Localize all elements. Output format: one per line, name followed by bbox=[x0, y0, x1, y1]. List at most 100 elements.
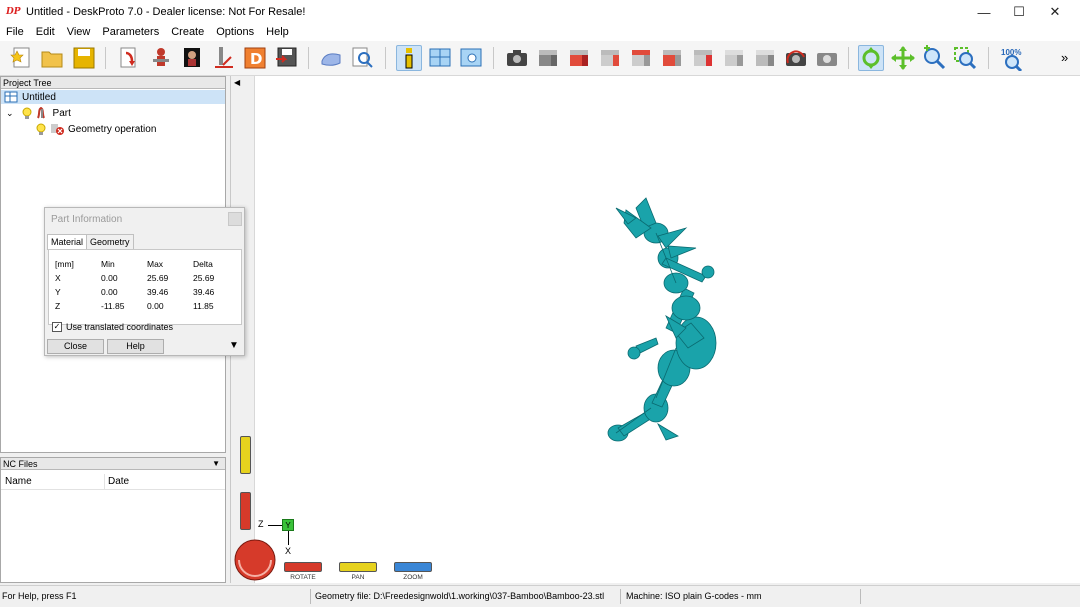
column-divider[interactable] bbox=[104, 474, 105, 489]
part-icon bbox=[36, 107, 45, 119]
row-label-z: Z bbox=[55, 301, 61, 311]
tab-geometry[interactable]: Geometry bbox=[86, 234, 134, 250]
translated-coordinates-option[interactable]: ✓ Use translated coordinates bbox=[52, 322, 173, 332]
dropdown-arrow-icon[interactable]: ▼ bbox=[212, 458, 220, 470]
menu-options[interactable]: Options bbox=[210, 24, 260, 41]
preview-button[interactable] bbox=[349, 45, 375, 71]
close-dialog-button[interactable]: Close bbox=[47, 339, 104, 354]
save-button[interactable] bbox=[71, 45, 97, 71]
deskproto-logo-icon: DP bbox=[6, 5, 21, 19]
maximize-button[interactable]: ☐ bbox=[1001, 0, 1037, 24]
view-left-button[interactable] bbox=[628, 45, 654, 71]
nc-files-header: NC Files ▼ bbox=[1, 458, 225, 470]
status-machine: Machine: ISO plain G-codes - mm bbox=[626, 591, 762, 601]
cell-x-delta: 25.69 bbox=[193, 273, 215, 283]
status-divider bbox=[860, 589, 861, 604]
zoom-box-button[interactable] bbox=[952, 45, 978, 71]
pan-arrows-icon bbox=[891, 46, 915, 70]
help-button[interactable]: Help bbox=[107, 339, 164, 354]
close-button[interactable]: ✕ bbox=[1037, 0, 1073, 24]
header-max: Max bbox=[147, 259, 164, 269]
view-wire-button[interactable] bbox=[752, 45, 778, 71]
pan-slider[interactable] bbox=[240, 436, 251, 474]
tree-item-part[interactable]: ⌄ Part bbox=[1, 106, 71, 120]
folder-icon bbox=[41, 51, 63, 68]
cell-y-min: 0.00 bbox=[101, 287, 118, 297]
camera-view-button[interactable] bbox=[504, 45, 530, 71]
nc-files-title: NC Files bbox=[3, 459, 38, 469]
chevron-down-icon[interactable]: ⌄ bbox=[6, 108, 14, 119]
cube-top-icon bbox=[694, 50, 712, 66]
minimize-button[interactable]: — bbox=[966, 0, 1002, 24]
zoom-window-button[interactable] bbox=[458, 45, 484, 71]
cell-y-max: 39.46 bbox=[147, 287, 169, 297]
lightbulb-icon[interactable] bbox=[36, 123, 46, 135]
rotate-wheel[interactable] bbox=[233, 538, 277, 582]
menu-view[interactable]: View bbox=[61, 24, 97, 41]
view-bottom-button[interactable] bbox=[721, 45, 747, 71]
tab-material[interactable]: Material bbox=[47, 234, 88, 250]
checkbox-checked-icon[interactable]: ✓ bbox=[52, 322, 62, 332]
zoom-magnifier-icon bbox=[1005, 55, 1023, 71]
zoom-100-button[interactable]: 100% bbox=[999, 45, 1025, 71]
cell-x-min: 0.00 bbox=[101, 273, 118, 283]
view-front-button[interactable] bbox=[566, 45, 592, 71]
camera-arrow-icon bbox=[786, 50, 806, 66]
layout-button[interactable] bbox=[427, 45, 453, 71]
3d-viewport[interactable]: ◀ Z Y X bbox=[230, 76, 1080, 583]
bamboo-model[interactable] bbox=[596, 188, 726, 450]
toolbar-separator bbox=[988, 47, 989, 69]
drill-button[interactable]: D bbox=[242, 45, 268, 71]
checkbox-label: Use translated coordinates bbox=[66, 322, 174, 332]
menu-edit[interactable]: Edit bbox=[30, 24, 61, 41]
column-name[interactable]: Name bbox=[5, 476, 32, 487]
view-right-button[interactable] bbox=[659, 45, 685, 71]
new-project-button[interactable] bbox=[9, 45, 35, 71]
toolpath-button[interactable] bbox=[211, 45, 237, 71]
menu-help[interactable]: Help bbox=[260, 24, 295, 41]
column-date[interactable]: Date bbox=[108, 476, 129, 487]
zoom-strip[interactable] bbox=[394, 562, 432, 572]
rotate-arrows-icon bbox=[862, 47, 880, 69]
zoom-mode-button[interactable] bbox=[921, 45, 947, 71]
toolbar-overflow-button[interactable]: » bbox=[1061, 50, 1068, 65]
pan-strip[interactable] bbox=[339, 562, 377, 572]
part-parameters-button[interactable] bbox=[148, 45, 174, 71]
cutter-icon bbox=[215, 47, 233, 68]
open-button[interactable] bbox=[39, 45, 65, 71]
menu-file[interactable]: File bbox=[0, 24, 30, 41]
axis-y-label: Y bbox=[282, 519, 294, 531]
part-info-button[interactable] bbox=[396, 45, 422, 71]
tree-item-untitled[interactable]: Untitled bbox=[1, 90, 225, 104]
zoom-slider[interactable] bbox=[240, 492, 251, 530]
status-divider bbox=[620, 589, 621, 604]
toolbar-separator bbox=[848, 47, 849, 69]
menu-create[interactable]: Create bbox=[165, 24, 210, 41]
dialog-close-button[interactable] bbox=[228, 212, 242, 226]
tree-item-geometry-operation[interactable]: Geometry operation bbox=[1, 122, 156, 136]
app-window: DP Untitled - DeskProto 7.0 - Dealer lic… bbox=[0, 0, 1080, 607]
save-nc-button[interactable] bbox=[273, 45, 299, 71]
axis-x-line bbox=[288, 531, 289, 545]
zoom-plus-icon bbox=[924, 45, 946, 70]
rotate-mode-button[interactable] bbox=[858, 45, 884, 71]
zoom-label: ZOOM bbox=[403, 574, 423, 581]
menu-parameters[interactable]: Parameters bbox=[96, 24, 165, 41]
photo-print-button[interactable] bbox=[814, 45, 840, 71]
view-top-button[interactable] bbox=[690, 45, 716, 71]
view-back-button[interactable] bbox=[597, 45, 623, 71]
pan-label: PAN bbox=[351, 574, 365, 581]
nc-files-panel: NC Files ▼ Name Date bbox=[0, 457, 226, 583]
bitmap-button[interactable] bbox=[180, 45, 206, 71]
lightbulb-icon[interactable] bbox=[22, 107, 32, 119]
project-icon bbox=[4, 91, 18, 103]
pan-mode-button[interactable] bbox=[890, 45, 916, 71]
photo-arrow-button[interactable] bbox=[783, 45, 809, 71]
collapse-arrow-icon[interactable]: ◀ bbox=[234, 78, 240, 87]
expand-down-icon[interactable]: ▼ bbox=[229, 340, 239, 351]
magnify-doc-icon bbox=[352, 47, 373, 68]
view-iso-button[interactable] bbox=[535, 45, 561, 71]
rotate-strip[interactable] bbox=[284, 562, 322, 572]
simulation-button[interactable] bbox=[318, 45, 344, 71]
load-part-button[interactable] bbox=[117, 45, 143, 71]
